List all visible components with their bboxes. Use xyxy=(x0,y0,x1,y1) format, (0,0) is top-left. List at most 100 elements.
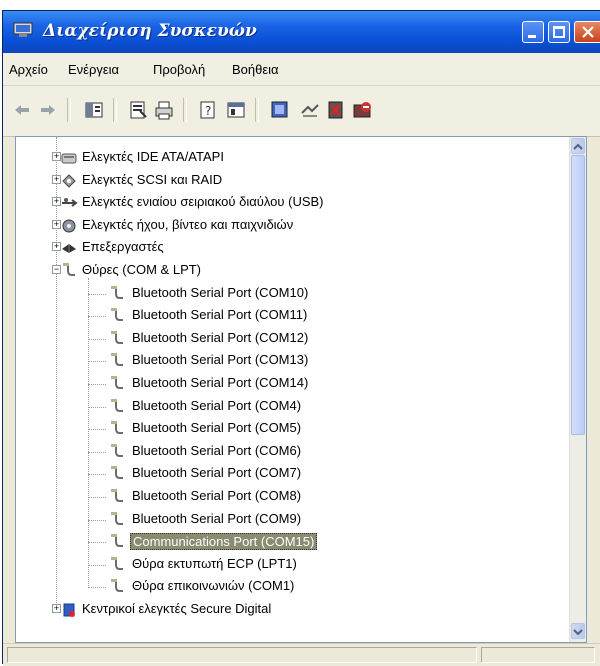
scroll-up-button[interactable] xyxy=(571,138,585,154)
tree-device-label: Bluetooth Serial Port (COM11) xyxy=(132,307,308,323)
tree-category[interactable]: + Ελεγκτές ενιαίου σειριακού διαύλου (USB… xyxy=(16,192,556,214)
tree-device-item[interactable]: Bluetooth Serial Port (COM6) xyxy=(16,441,556,463)
properties-icon[interactable] xyxy=(127,99,149,121)
device-manager-icon xyxy=(13,22,33,37)
close-icon xyxy=(582,26,594,38)
tree-category[interactable]: − Θύρες (COM & LPT) xyxy=(16,260,556,282)
tree-category[interactable]: + Ελεγκτές ήχου, βίντεο και παιχνιδιών xyxy=(16,215,556,237)
port-icon xyxy=(111,579,123,593)
tree-connector xyxy=(88,338,106,340)
title-bar[interactable]: Διαχείριση Συσκευών xyxy=(3,11,600,53)
tree-device-label: Bluetooth Serial Port (COM6) xyxy=(132,442,302,458)
tree-device-item[interactable]: Θύρα εκτυπωτή ECP (LPT1) xyxy=(16,554,556,576)
tree-connector xyxy=(88,474,106,476)
tree-category[interactable]: + Επεξεργαστές xyxy=(16,237,556,259)
tree-category-label: Ελεγκτές SCSI και RAID xyxy=(82,171,223,187)
port-icon xyxy=(111,443,123,457)
scsi-controller-icon xyxy=(62,173,76,188)
uninstall-icon[interactable] xyxy=(325,99,347,121)
tree-device-label: Θύρα επικοινωνιών (COM1) xyxy=(132,578,295,594)
port-icon xyxy=(111,308,123,322)
window-title: Διαχείριση Συσκευών xyxy=(43,21,257,41)
tree-device-label: Bluetooth Serial Port (COM7) xyxy=(132,465,302,481)
tree-connector xyxy=(88,293,106,295)
scroll-thumb[interactable] xyxy=(571,155,585,435)
port-icon xyxy=(111,534,123,548)
tree-device-item[interactable]: Θύρα επικοινωνιών (COM1) xyxy=(16,576,556,598)
tree-device-label: Communications Port (COM15) xyxy=(130,533,318,551)
tree-device-item[interactable]: Bluetooth Serial Port (COM12) xyxy=(16,328,556,350)
sound-icon xyxy=(62,219,76,233)
svg-text:?: ? xyxy=(205,104,211,118)
device-tree[interactable]: + Ελεγκτές IDE ATA/ATAPI + Ελεγκτές SCSI κα… xyxy=(16,137,571,642)
scroll-down-button[interactable] xyxy=(571,623,585,639)
scroll-down-icon xyxy=(573,629,583,636)
print-icon[interactable] xyxy=(153,99,175,121)
tree-connector xyxy=(88,406,106,408)
usb-controller-icon xyxy=(62,198,78,207)
tree-category-label: Κεντρικοί ελεγκτές Secure Digital xyxy=(82,601,272,616)
port-icon xyxy=(63,263,75,276)
menu-bar: Αρχείο Ενέργεια Προβολή Βοήθεια xyxy=(3,53,600,86)
tree-device-item[interactable]: Bluetooth Serial Port (COM7) xyxy=(16,463,556,485)
disable-icon[interactable] xyxy=(351,99,373,121)
tree-device-item[interactable]: Bluetooth Serial Port (COM10) xyxy=(16,283,556,305)
port-icon xyxy=(111,511,123,525)
scan-hardware-icon[interactable] xyxy=(269,99,291,121)
tree-connector xyxy=(88,542,106,544)
maximize-button[interactable] xyxy=(548,21,570,43)
tree-connector xyxy=(88,519,106,521)
scroll-up-icon xyxy=(573,143,583,150)
tree-category[interactable]: + Κεντρικοί ελεγκτές Secure Digital xyxy=(16,599,556,621)
vertical-scrollbar[interactable] xyxy=(569,137,586,642)
help-icon[interactable]: ? xyxy=(197,99,219,121)
menu-help[interactable]: Βοήθεια xyxy=(232,62,279,77)
menu-view[interactable]: Προβολή xyxy=(153,62,205,77)
tree-device-item[interactable]: Communications Port (COM15) xyxy=(16,531,556,553)
tree-category-label: Ελεγκτές ενιαίου σειριακού διαύλου (USB) xyxy=(82,194,324,210)
tree-device-label: Bluetooth Serial Port (COM12) xyxy=(132,329,309,345)
port-icon xyxy=(111,421,123,435)
tree-device-item[interactable]: Bluetooth Serial Port (COM13) xyxy=(16,350,556,372)
tree-device-label: Bluetooth Serial Port (COM13) xyxy=(132,352,309,368)
tree-device-label: Bluetooth Serial Port (COM4) xyxy=(132,397,302,413)
menu-file[interactable]: Αρχείο xyxy=(9,62,48,77)
tree-connector xyxy=(88,587,106,589)
port-icon xyxy=(111,353,123,367)
sd-host-icon xyxy=(63,603,75,617)
tree-device-item[interactable]: Bluetooth Serial Port (COM14) xyxy=(16,373,556,395)
port-icon xyxy=(111,489,123,502)
tree-device-label: Θύρα εκτυπωτή ECP (LPT1) xyxy=(132,555,297,571)
tree-device-item[interactable]: Bluetooth Serial Port (COM8) xyxy=(16,486,556,508)
tree-connector xyxy=(88,497,106,498)
tree-category[interactable]: + Ελεγκτές SCSI και RAID xyxy=(16,170,556,192)
device-manager-window: Διαχείριση Συσκευών Αρχείο Ενέργεια Προβ… xyxy=(2,10,600,666)
port-icon xyxy=(111,398,123,412)
tree-device-label: Bluetooth Serial Port (COM10) xyxy=(132,284,309,300)
port-icon xyxy=(111,466,123,480)
tree-category[interactable]: + Ελεγκτές IDE ATA/ATAPI xyxy=(16,147,556,169)
toolbar-separator xyxy=(183,98,187,122)
tree-device-item[interactable]: Bluetooth Serial Port (COM5) xyxy=(16,418,556,440)
tree-device-item[interactable]: Bluetooth Serial Port (COM9) xyxy=(16,509,556,531)
port-icon xyxy=(111,285,123,299)
close-button[interactable] xyxy=(574,21,600,43)
tree-connector xyxy=(88,384,106,385)
device-tree-pane[interactable]: + Ελεγκτές IDE ATA/ATAPI + Ελεγκτές SCSI κα… xyxy=(15,136,587,643)
toolbar: ? xyxy=(3,86,600,137)
forward-icon[interactable] xyxy=(37,99,59,121)
minimize-button[interactable] xyxy=(522,21,544,43)
ide-controller-icon xyxy=(61,153,77,164)
tree-device-item[interactable]: Bluetooth Serial Port (COM11) xyxy=(16,305,556,327)
console-icon[interactable] xyxy=(225,99,247,121)
back-icon[interactable] xyxy=(11,99,33,121)
tree-device-item[interactable]: Bluetooth Serial Port (COM4) xyxy=(16,396,556,418)
tree-category-label: Ελεγκτές IDE ATA/ATAPI xyxy=(82,149,224,164)
show-hide-tree-icon[interactable] xyxy=(83,99,105,121)
update-driver-icon[interactable] xyxy=(299,99,321,121)
tree-connector xyxy=(88,564,106,566)
status-panel xyxy=(7,647,477,663)
menu-action[interactable]: Ενέργεια xyxy=(68,62,119,77)
tree-device-label: Bluetooth Serial Port (COM9) xyxy=(132,510,302,526)
status-bar xyxy=(3,643,600,666)
